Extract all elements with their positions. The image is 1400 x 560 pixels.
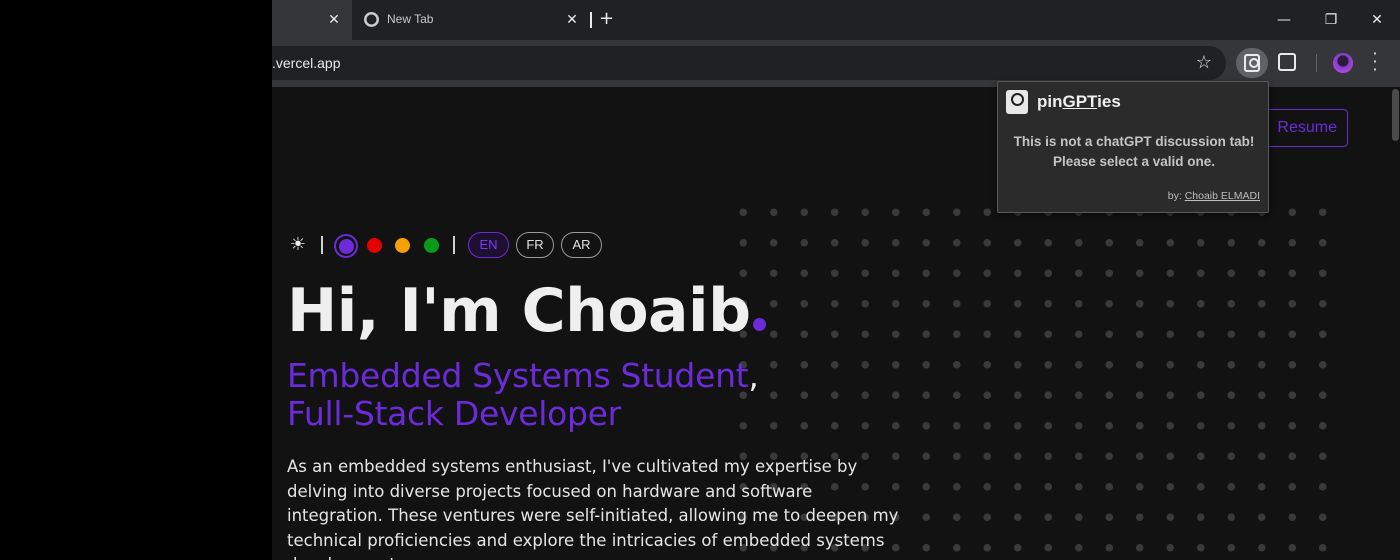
popup-credit: by: Choaib ELMADI (1168, 190, 1260, 202)
popup-message: This is not a chatGPT discussion tab! Pl… (998, 132, 1270, 172)
lang-en-button[interactable]: EN (468, 232, 509, 258)
new-tab-icon[interactable]: + (599, 9, 614, 29)
popup-title-gpt: GPT (1062, 92, 1098, 111)
menu-kebab-icon[interactable]: · · · (1370, 46, 1380, 78)
restore-icon[interactable]: ❐ (1321, 10, 1341, 30)
pingpties-logo-icon (1006, 90, 1028, 114)
tab-new-tab[interactable]: New Tab ✕ (354, 6, 586, 34)
color-red-dot[interactable] (367, 238, 382, 253)
browser-window: ✕ New Tab ✕ + — ❐ ✕ .vercel.app ☆ · · · Re… (272, 0, 1400, 560)
tab-active[interactable]: ✕ (272, 0, 352, 40)
color-orange-dot[interactable] (395, 238, 410, 253)
hero-title: Hi, I'm Choaib (287, 275, 766, 347)
minimize-icon[interactable]: — (1274, 10, 1294, 30)
extension-popup: pinGPTies This is not a chatGPT discussi… (997, 81, 1269, 213)
color-green-dot[interactable] (424, 238, 439, 253)
popup-author-link[interactable]: Choaib ELMADI (1185, 190, 1260, 202)
sun-icon[interactable]: ☀ (287, 234, 309, 256)
popup-title-prefix: pin (1037, 92, 1063, 111)
popup-by-label: by: (1167, 190, 1182, 202)
subtitle-comma: , (748, 356, 759, 395)
tab-strip: ✕ New Tab ✕ + — ❐ ✕ (272, 0, 1400, 40)
hero-subtitle: Embedded Systems Student, Full-Stack Dev… (287, 357, 759, 433)
divider (321, 236, 323, 254)
hero-title-text: Hi, I'm Choaib (287, 276, 751, 346)
divider (453, 236, 455, 254)
subtitle-line-2: Full-Stack Developer (287, 394, 621, 433)
popup-message-line-1: This is not a chatGPT discussion tab! (1013, 134, 1255, 149)
subtitle-line-1: Embedded Systems Student (287, 356, 749, 395)
hero-description: As an embedded systems enthusiast, I've … (287, 457, 899, 560)
tab-label: New Tab (387, 12, 434, 26)
accent-dot (752, 318, 766, 331)
scrollbar-thumb[interactable] (1392, 89, 1399, 141)
color-purple-dot[interactable] (339, 239, 354, 254)
extensions-puzzle-icon[interactable] (1278, 53, 1296, 71)
browser-toolbar: .vercel.app ☆ · · · (272, 40, 1400, 87)
pingpties-extension-button[interactable] (1236, 48, 1268, 78)
pin-icon (1244, 54, 1260, 72)
close-tab-icon[interactable]: ✕ (562, 10, 582, 30)
lang-ar-button[interactable]: AR (561, 232, 602, 258)
popup-message-line-2: Please select a valid one. (1052, 154, 1216, 169)
profile-avatar[interactable] (1333, 53, 1353, 73)
url-text: .vercel.app (272, 55, 341, 71)
chrome-icon (364, 12, 379, 27)
tab-separator (590, 12, 592, 28)
close-window-icon[interactable]: ✕ (1367, 10, 1387, 30)
close-tab-icon[interactable]: ✕ (324, 10, 344, 30)
lang-fr-button[interactable]: FR (516, 232, 554, 258)
desktop-blank-area (0, 0, 272, 560)
bookmark-star-icon[interactable]: ☆ (1196, 52, 1212, 73)
popup-title-suffix: ies (1097, 92, 1121, 111)
toolbar-divider (1316, 54, 1317, 72)
popup-title: pinGPTies (1037, 92, 1121, 112)
address-bar[interactable]: .vercel.app ☆ (272, 46, 1226, 80)
